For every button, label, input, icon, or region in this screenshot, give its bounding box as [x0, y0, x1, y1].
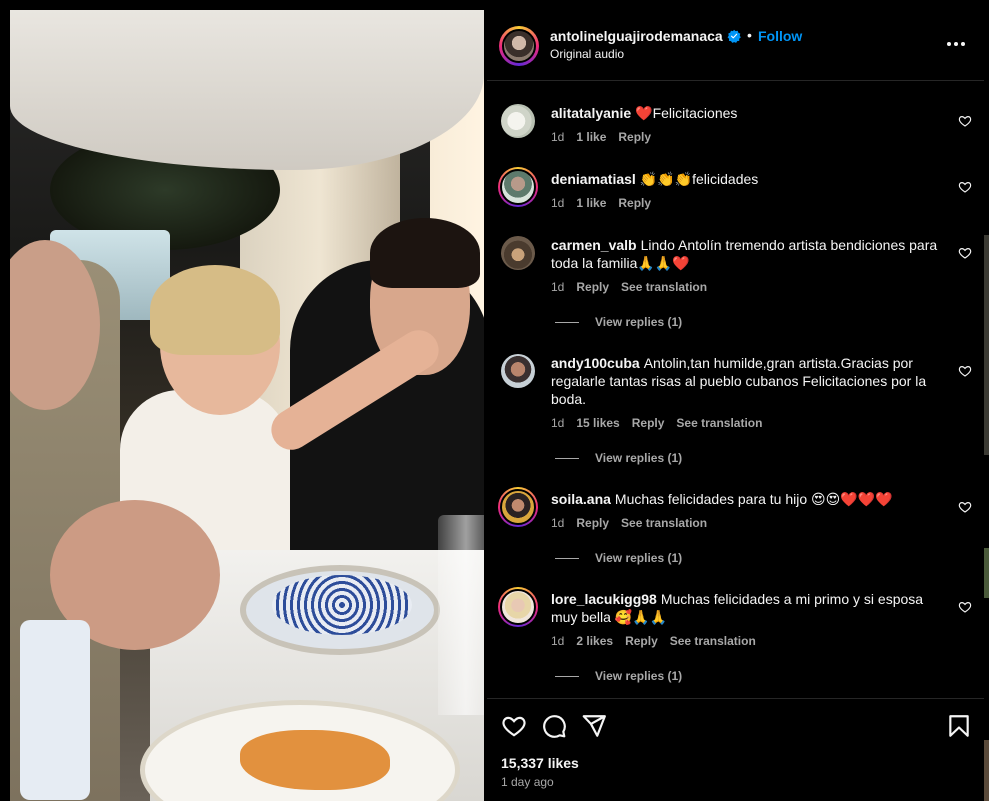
commenter-avatar[interactable] — [501, 236, 535, 270]
comment-body: alitatalyanie ❤️Felicitaciones — [551, 104, 946, 122]
commenter-username[interactable]: alitatalyanie — [551, 105, 631, 121]
post-header: antolinelguajirodemanaca • Follow Origin… — [487, 10, 984, 81]
commenter-avatar[interactable] — [500, 489, 536, 525]
comment-text: 👏👏👏felicidades — [639, 171, 759, 187]
see-translation-link[interactable]: See translation — [670, 634, 756, 648]
view-replies-button[interactable]: View replies (1) — [555, 669, 682, 683]
comment-meta: 1d 1 like Reply — [551, 130, 663, 144]
commenter-username[interactable]: carmen_valb — [551, 237, 637, 253]
tent-canopy — [10, 10, 484, 170]
shirt-sleeve — [20, 620, 90, 800]
comment-likes[interactable]: 1 like — [576, 130, 606, 144]
replies-divider — [555, 458, 579, 460]
comment-meta: 1d 1 like Reply — [551, 196, 663, 210]
comment-body: soila.ana Muchas felicidades para tu hijo… — [551, 490, 946, 508]
comment-meta: 1d 15 likes Reply See translation — [551, 416, 774, 430]
comment-likes[interactable]: 15 likes — [576, 416, 619, 430]
plate-pattern — [272, 575, 412, 635]
comment-text: ❤️Felicitaciones — [635, 105, 738, 121]
commenter-avatar[interactable] — [501, 354, 535, 388]
post-timestamp: 1 day ago — [501, 775, 554, 789]
view-replies-label[interactable]: View replies (1) — [595, 551, 682, 565]
background-page-edge — [984, 0, 989, 801]
post-media[interactable] — [10, 10, 484, 801]
author-username[interactable]: antolinelguajirodemanaca — [550, 28, 723, 44]
follow-button[interactable]: Follow — [758, 28, 802, 44]
comment-meta: 1d Reply See translation — [551, 516, 719, 530]
reply-button[interactable]: Reply — [625, 634, 658, 648]
view-replies-button[interactable]: View replies (1) — [555, 451, 682, 465]
heart-icon[interactable] — [958, 600, 972, 614]
original-audio-link[interactable]: Original audio — [550, 47, 624, 61]
view-replies-button[interactable]: View replies (1) — [555, 551, 682, 565]
commenter-username[interactable]: andy100cuba — [551, 355, 640, 371]
post-actions-bar: 15,337 likes 1 day ago — [487, 698, 984, 801]
food — [240, 730, 390, 790]
bookmark-icon[interactable] — [946, 713, 972, 739]
heart-icon[interactable] — [958, 364, 972, 378]
header-separator: • — [747, 27, 752, 43]
reply-button[interactable]: Reply — [632, 416, 665, 430]
commenter-username[interactable]: soila.ana — [551, 491, 611, 507]
share-icon[interactable] — [581, 713, 607, 739]
view-replies-label[interactable]: View replies (1) — [595, 315, 682, 329]
wine-glass — [438, 515, 484, 715]
commenter-avatar[interactable] — [500, 169, 536, 205]
comment-text: Muchas felicidades para tu hijo 😍😍❤️❤️❤️ — [614, 491, 893, 507]
commenter-username[interactable]: lore_lacukigg98 — [551, 591, 657, 607]
heart-icon[interactable] — [958, 114, 972, 128]
comment-body: deniamatiasl 👏👏👏felicidades — [551, 170, 946, 188]
replies-divider — [555, 676, 579, 678]
replies-divider — [555, 322, 579, 324]
comment-body: carmen_valb Lindo Antolín tremendo artist… — [551, 236, 946, 272]
commenter-avatar-ring[interactable] — [498, 167, 538, 207]
comment-meta: 1d Reply See translation — [551, 280, 719, 294]
edge-thumbnail — [984, 235, 989, 455]
verified-badge-icon — [727, 29, 741, 43]
commenter-avatar[interactable] — [501, 104, 535, 138]
comment-meta: 1d 2 likes Reply See translation — [551, 634, 768, 648]
see-translation-link[interactable]: See translation — [621, 280, 707, 294]
view-replies-label[interactable]: View replies (1) — [595, 669, 682, 683]
edge-thumbnail — [984, 548, 989, 598]
comment-time: 1d — [551, 634, 565, 648]
comment-likes[interactable]: 2 likes — [576, 634, 613, 648]
groom-hair — [370, 218, 480, 288]
comment-body: andy100cuba Antolin,tan humilde,gran arti… — [551, 354, 946, 408]
view-replies-button[interactable]: View replies (1) — [555, 315, 682, 329]
heart-icon[interactable] — [958, 180, 972, 194]
edge-thumbnail — [984, 740, 989, 801]
reply-button[interactable]: Reply — [576, 280, 609, 294]
heart-icon[interactable] — [958, 500, 972, 514]
see-translation-link[interactable]: See translation — [676, 416, 762, 430]
commenter-username[interactable]: deniamatiasl — [551, 171, 636, 187]
comment-time: 1d — [551, 416, 565, 430]
view-replies-label[interactable]: View replies (1) — [595, 451, 682, 465]
more-options-icon[interactable] — [947, 36, 967, 52]
likes-count[interactable]: 15,337 likes — [501, 755, 579, 771]
replies-divider — [555, 558, 579, 560]
post-side-panel: antolinelguajirodemanaca • Follow Origin… — [487, 10, 984, 801]
commenter-avatar-ring[interactable] — [498, 487, 538, 527]
comment-likes[interactable]: 1 like — [576, 196, 606, 210]
bride-hair — [150, 265, 280, 355]
commenter-avatar[interactable] — [500, 589, 536, 625]
comment-icon[interactable] — [541, 713, 567, 739]
heart-icon[interactable] — [501, 713, 527, 739]
author-avatar[interactable] — [502, 29, 536, 63]
reply-button[interactable]: Reply — [618, 130, 651, 144]
comment-time: 1d — [551, 280, 565, 294]
heart-icon[interactable] — [958, 246, 972, 260]
see-translation-link[interactable]: See translation — [621, 516, 707, 530]
comment-time: 1d — [551, 130, 565, 144]
comment-time: 1d — [551, 196, 565, 210]
reply-button[interactable]: Reply — [576, 516, 609, 530]
commenter-avatar-ring[interactable] — [498, 587, 538, 627]
comment-body: lore_lacukigg98 Muchas felicidades a mi p… — [551, 590, 946, 626]
comment-time: 1d — [551, 516, 565, 530]
comments-list[interactable]: alitatalyanie ❤️Felicitaciones 1d 1 like Re… — [487, 82, 984, 698]
reply-button[interactable]: Reply — [618, 196, 651, 210]
